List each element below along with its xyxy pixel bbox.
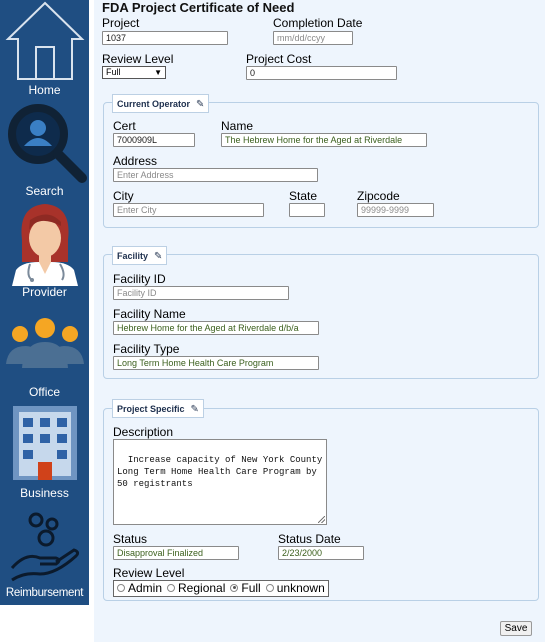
radio-full[interactable]: Full	[230, 581, 261, 595]
business-icon	[13, 406, 77, 480]
zipcode-label: Zipcode	[357, 189, 400, 203]
completion-date-label: Completion Date	[273, 16, 363, 30]
radio-full-label: Full	[241, 581, 261, 595]
address-field[interactable]: Enter Address	[113, 168, 318, 182]
facility-id-label: Facility ID	[113, 272, 166, 286]
page-title: FDA Project Certificate of Need	[102, 0, 295, 15]
radio-circle-icon	[265, 583, 274, 592]
facility-legend-label: Facility	[117, 251, 149, 261]
cert-field[interactable]: 7000909L	[113, 133, 195, 147]
radio-circle-icon	[167, 583, 176, 592]
resize-handle-icon[interactable]	[318, 516, 325, 523]
facility-name-label: Facility Name	[113, 307, 186, 321]
state-field[interactable]	[289, 203, 325, 217]
status-label: Status	[113, 532, 148, 546]
pencil-icon[interactable]: ✎	[196, 99, 204, 110]
radio-regional-label: Regional	[178, 581, 226, 595]
description-textarea[interactable]: Increase capacity of New York County Lon…	[113, 439, 327, 525]
status-date-label: Status Date	[278, 532, 341, 546]
sidebar-item-label: Office	[28, 385, 61, 399]
reimbursement-icon	[10, 512, 80, 582]
search-icon	[8, 104, 87, 183]
name-field[interactable]: The Hebrew Home for the Aged at Riverdal…	[221, 133, 427, 147]
project-specific-legend-label: Project Specific	[117, 404, 185, 414]
facility-legend: Facility ✎	[112, 246, 168, 265]
status-field[interactable]: Disapproval Finalized	[113, 546, 239, 560]
sidebar-item-label: Search	[25, 184, 64, 198]
facility-type-label: Facility Type	[113, 342, 180, 356]
cert-label: Cert	[113, 119, 136, 133]
project-cost-label: Project Cost	[246, 52, 312, 66]
current-operator-legend-label: Current Operator	[117, 99, 191, 109]
save-button[interactable]: Save	[500, 621, 532, 636]
zipcode-field[interactable]: 99999-9999	[357, 203, 434, 217]
review-level-radio-label: Review Level	[113, 566, 185, 580]
pencil-icon[interactable]: ✎	[191, 404, 199, 415]
radio-unknown[interactable]: unknown	[265, 581, 325, 595]
radio-admin-label: Admin	[128, 581, 163, 595]
review-level-label: Review Level	[102, 52, 174, 66]
provider-icon	[12, 204, 78, 286]
radio-regional[interactable]: Regional	[167, 581, 225, 595]
sidebar-item-label: Business	[20, 486, 69, 500]
review-level-value: Full	[106, 67, 121, 77]
radio-unknown-label: unknown	[276, 581, 325, 595]
city-field[interactable]: Enter City	[113, 203, 264, 217]
sidebar: Home Search Provider Office Business Rei…	[0, 0, 89, 605]
current-operator-legend: Current Operator ✎	[112, 94, 210, 113]
chevron-down-icon: ▼	[154, 68, 162, 77]
project-field[interactable]: 1037	[102, 31, 228, 45]
project-specific-legend: Project Specific ✎	[112, 399, 204, 418]
radio-selected-icon	[230, 583, 239, 592]
facility-name-field[interactable]: Hebrew Home for the Aged at Riverdale d/…	[113, 321, 319, 335]
project-cost-field[interactable]: 0	[246, 66, 397, 80]
pencil-icon[interactable]: ✎	[154, 251, 162, 262]
status-date-field[interactable]: 2/23/2000	[278, 546, 364, 560]
name-label: Name	[221, 119, 254, 133]
review-level-radio-group: Admin Regional Full unknown	[113, 580, 329, 597]
home-icon	[5, 1, 85, 80]
sidebar-item-label: Reimbursement	[5, 587, 84, 599]
address-label: Address	[113, 154, 158, 168]
city-label: City	[113, 189, 134, 203]
sidebar-item-label: Home	[28, 83, 61, 97]
review-level-select[interactable]: Full ▼	[102, 66, 166, 79]
facility-id-field[interactable]: Facility ID	[113, 286, 289, 300]
radio-circle-icon	[117, 583, 125, 592]
state-label: State	[289, 189, 318, 203]
description-text: Increase capacity of New York County Lon…	[117, 455, 323, 489]
radio-admin[interactable]: Admin	[117, 581, 162, 595]
project-label: Project	[102, 16, 140, 30]
facility-type-field[interactable]: Long Term Home Health Care Program	[113, 356, 319, 370]
sidebar-item-label: Provider	[22, 285, 67, 299]
description-label: Description	[113, 425, 174, 439]
completion-date-field[interactable]: mm/dd/ccyy	[273, 31, 353, 45]
office-icon	[6, 318, 84, 368]
